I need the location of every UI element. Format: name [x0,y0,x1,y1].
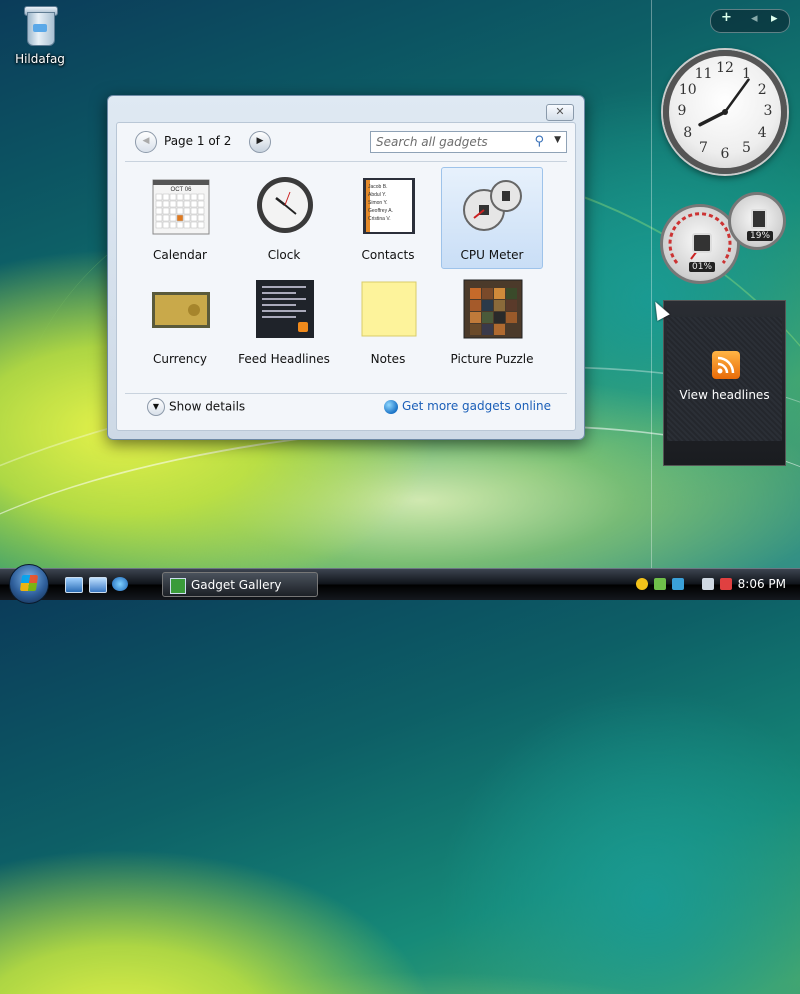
gadget-tile[interactable]: CPU Meter [441,167,543,269]
picture-puzzle-icon [462,278,524,340]
show-details-label: Show details [169,399,246,414]
clock-icon [254,174,316,236]
divider [125,161,567,162]
sidebar-feed-headlines-gadget[interactable]: View headlines [663,300,786,466]
calendar-month: OCT 06 [171,187,193,193]
contact-name: Abdul Y. [368,192,386,198]
security-shield-icon[interactable] [636,578,648,590]
prev-page-button[interactable]: ◀ [135,131,157,153]
display-icon[interactable] [702,578,714,590]
gadget-gallery-icon [170,578,186,594]
contact-name: Geoffrey A. [368,208,393,214]
switch-windows-icon[interactable] [89,577,107,593]
chevron-down-icon: ▼ [147,398,165,416]
search-icon[interactable]: ⚲ [534,134,544,149]
get-more-gadgets-link[interactable]: Get more gadgets online [383,399,551,414]
memory-chip-icon [751,209,767,229]
get-more-label: Get more gadgets online [401,399,551,413]
gadget-label: Contacts [361,248,415,262]
gadget-label: Picture Puzzle [450,352,534,366]
gadget-tile[interactable]: Notes [337,271,439,373]
search-placeholder: Search all gadgets [376,135,488,149]
gadget-label: Clock [267,248,301,262]
contact-name: Simon Y. [368,200,388,206]
gadget-label: Feed Headlines [238,352,330,366]
rss-icon [712,351,740,379]
taskbar-window-button[interactable]: Gadget Gallery [162,572,318,597]
next-page-button[interactable]: ▶ [249,131,271,153]
gallery-footer: ▼ Show details Get more gadgets online [125,392,567,422]
prev-gadget-page-button[interactable]: ◂ [751,11,758,26]
gadget-tile[interactable]: Feed Headlines [233,271,335,373]
start-button[interactable] [9,564,49,604]
show-desktop-icon[interactable] [65,577,83,593]
gadget-tile[interactable]: Picture Puzzle [441,271,543,373]
currency-icon [150,278,212,340]
gadget-label: Currency [152,352,208,366]
gallery-panel: ◀ Page 1 of 2 ▶ Search all gadgets ⚲ ▼ O… [116,122,576,431]
contact-name: Jacob B. [368,184,387,190]
internet-explorer-icon[interactable] [112,577,128,591]
taskbar-clock[interactable]: 8:06 PM [738,577,786,591]
chevron-down-icon[interactable]: ▼ [554,135,561,145]
windows-logo-icon [19,575,39,591]
view-headlines-link[interactable]: View headlines [664,388,785,402]
gadget-tile[interactable]: Clock [233,167,335,269]
page-indicator: Page 1 of 2 [164,134,232,148]
taskbar: Gadget Gallery 8:06 PM [0,564,800,604]
memory-dial: 19% [728,192,786,250]
globe-icon [383,399,398,414]
show-details-toggle[interactable]: ▼ Show details [147,398,245,416]
system-tray: 8:06 PM [630,569,800,601]
next-gadget-page-button[interactable]: ▸ [771,11,778,26]
notes-icon [358,278,420,340]
gadget-tile[interactable]: Jacob B. Abdul Y. Simon Y. Geoffrey A. Crist… [337,167,439,269]
calendar-icon: OCT 06 [150,174,212,236]
clock-hands [698,78,750,127]
gadget-label: Notes [370,352,406,366]
sidebar-tray-icon[interactable] [654,578,666,590]
recycle-bin-label: Hildafag [15,52,65,66]
contacts-icon: Jacob B. Abdul Y. Simon Y. Geoffrey A. Crist… [358,174,420,236]
sidebar-cpu-meter-gadget[interactable]: 01% 19% [660,192,790,284]
add-gadget-button[interactable]: + [721,10,732,25]
search-input[interactable]: Search all gadgets ⚲ ▼ [370,131,567,153]
cpu-percent: 01% [689,262,716,272]
sidebar-controls: + ◂ ▸ [710,9,790,33]
sidebar-clock-gadget[interactable]: 12 1 2 3 4 5 6 7 8 9 10 11 [663,50,787,174]
taskbar-window-label: Gadget Gallery [191,578,282,592]
gadget-label: Calendar [153,248,207,262]
cpu-meter-icon [462,174,524,236]
gadget-tile[interactable]: OCT 06 Calendar [129,167,231,269]
gadget-tile[interactable]: Currency [129,271,231,373]
contact-name: Cristina V. [368,216,391,222]
sidebar-edge [651,0,652,568]
network-icon[interactable] [672,578,684,590]
close-button[interactable]: ✕ [546,104,574,121]
gadget-gallery-window: ✕ ◀ Page 1 of 2 ▶ Search all gadgets ⚲ ▼… [107,95,585,440]
volume-muted-icon[interactable] [720,578,732,590]
memory-percent: 19% [747,231,774,241]
recycle-bin-icon [23,4,58,46]
recycle-bin-shortcut[interactable]: Hildafag [10,4,70,66]
cpu-chip-icon [692,233,712,253]
gadget-label: CPU Meter [460,248,524,262]
feed-headlines-icon [254,278,316,340]
